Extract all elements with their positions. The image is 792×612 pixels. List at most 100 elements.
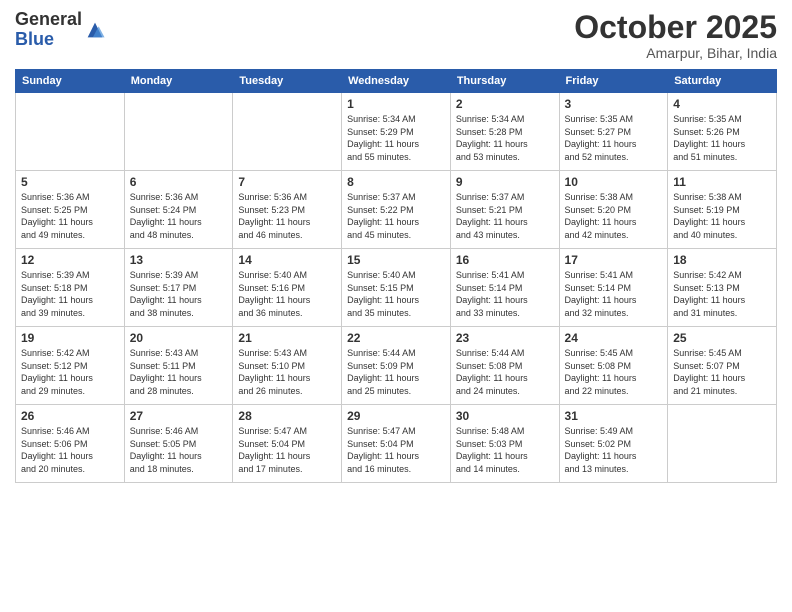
calendar-cell: 7Sunrise: 5:36 AM Sunset: 5:23 PM Daylig…: [233, 171, 342, 249]
day-info: Sunrise: 5:39 AM Sunset: 5:17 PM Dayligh…: [130, 269, 228, 319]
week-row: 12Sunrise: 5:39 AM Sunset: 5:18 PM Dayli…: [16, 249, 777, 327]
day-info: Sunrise: 5:46 AM Sunset: 5:05 PM Dayligh…: [130, 425, 228, 475]
calendar-cell: 26 Sunrise: 5:46 AM Sunset: 5:06 PM Dayli…: [16, 405, 125, 483]
day-number: 8: [347, 175, 445, 189]
day-info: Sunrise: 5:42 AM Sunset: 5:13 PM Dayligh…: [673, 269, 771, 319]
day-number: 24: [565, 331, 663, 345]
day-info: Sunrise: 5:36 AM Sunset: 5:23 PM Dayligh…: [238, 191, 336, 241]
day-number: 11: [673, 175, 771, 189]
weekday-header: Wednesday: [342, 70, 451, 93]
calendar-cell: [16, 93, 125, 171]
day-number: 19: [21, 331, 119, 345]
weekday-header: Sunday: [16, 70, 125, 93]
day-number: 29: [347, 409, 445, 423]
day-info: Sunrise: 5:37 AM Sunset: 5:22 PM Dayligh…: [347, 191, 445, 241]
calendar-cell: [124, 93, 233, 171]
calendar-cell: 23 Sunrise: 5:44 AM Sunset: 5:08 PM Dayli…: [450, 327, 559, 405]
day-number: 16: [456, 253, 554, 267]
day-info: Sunrise: 5:39 AM Sunset: 5:18 PM Dayligh…: [21, 269, 119, 319]
day-number: 25: [673, 331, 771, 345]
day-number: 5: [21, 175, 119, 189]
day-info: Sunrise: 5:42 AM Sunset: 5:12 PM Dayligh…: [21, 347, 119, 397]
location-subtitle: Amarpur, Bihar, India: [574, 45, 777, 61]
day-number: 15: [347, 253, 445, 267]
calendar-cell: 27 Sunrise: 5:46 AM Sunset: 5:05 PM Dayli…: [124, 405, 233, 483]
week-row: 1Sunrise: 5:34 AM Sunset: 5:29 PM Daylig…: [16, 93, 777, 171]
calendar-cell: 15 Sunrise: 5:40 AM Sunset: 5:15 PM Dayli…: [342, 249, 451, 327]
page: General Blue October 2025 Amarpur, Bihar…: [0, 0, 792, 612]
day-number: 27: [130, 409, 228, 423]
week-row: 19 Sunrise: 5:42 AM Sunset: 5:12 PM Dayli…: [16, 327, 777, 405]
logo-icon: [84, 19, 106, 41]
day-info: Sunrise: 5:36 AM Sunset: 5:25 PM Dayligh…: [21, 191, 119, 241]
day-info: Sunrise: 5:40 AM Sunset: 5:15 PM Dayligh…: [347, 269, 445, 319]
day-number: 23: [456, 331, 554, 345]
calendar-cell: [668, 405, 777, 483]
day-info: Sunrise: 5:48 AM Sunset: 5:03 PM Dayligh…: [456, 425, 554, 475]
header-row: SundayMondayTuesdayWednesdayThursdayFrid…: [16, 70, 777, 93]
day-info: Sunrise: 5:44 AM Sunset: 5:08 PM Dayligh…: [456, 347, 554, 397]
day-info: Sunrise: 5:47 AM Sunset: 5:04 PM Dayligh…: [347, 425, 445, 475]
day-info: Sunrise: 5:34 AM Sunset: 5:28 PM Dayligh…: [456, 113, 554, 163]
calendar-table: SundayMondayTuesdayWednesdayThursdayFrid…: [15, 69, 777, 483]
title-block: October 2025 Amarpur, Bihar, India: [574, 10, 777, 61]
day-info: Sunrise: 5:36 AM Sunset: 5:24 PM Dayligh…: [130, 191, 228, 241]
weekday-header: Friday: [559, 70, 668, 93]
calendar-cell: 24 Sunrise: 5:45 AM Sunset: 5:08 PM Dayli…: [559, 327, 668, 405]
calendar-cell: 13 Sunrise: 5:39 AM Sunset: 5:17 PM Dayli…: [124, 249, 233, 327]
week-row: 5 Sunrise: 5:36 AM Sunset: 5:25 PM Daylig…: [16, 171, 777, 249]
day-info: Sunrise: 5:47 AM Sunset: 5:04 PM Dayligh…: [238, 425, 336, 475]
calendar-cell: 8 Sunrise: 5:37 AM Sunset: 5:22 PM Daylig…: [342, 171, 451, 249]
calendar-cell: 25 Sunrise: 5:45 AM Sunset: 5:07 PM Dayli…: [668, 327, 777, 405]
calendar-cell: 12Sunrise: 5:39 AM Sunset: 5:18 PM Dayli…: [16, 249, 125, 327]
day-number: 10: [565, 175, 663, 189]
day-number: 9: [456, 175, 554, 189]
day-number: 14: [238, 253, 336, 267]
day-number: 4: [673, 97, 771, 111]
weekday-header: Thursday: [450, 70, 559, 93]
day-info: Sunrise: 5:41 AM Sunset: 5:14 PM Dayligh…: [456, 269, 554, 319]
calendar-cell: 3 Sunrise: 5:35 AM Sunset: 5:27 PM Daylig…: [559, 93, 668, 171]
day-info: Sunrise: 5:35 AM Sunset: 5:26 PM Dayligh…: [673, 113, 771, 163]
day-info: Sunrise: 5:49 AM Sunset: 5:02 PM Dayligh…: [565, 425, 663, 475]
day-info: Sunrise: 5:35 AM Sunset: 5:27 PM Dayligh…: [565, 113, 663, 163]
calendar-cell: 31 Sunrise: 5:49 AM Sunset: 5:02 PM Dayli…: [559, 405, 668, 483]
calendar-cell: 16 Sunrise: 5:41 AM Sunset: 5:14 PM Dayli…: [450, 249, 559, 327]
day-info: Sunrise: 5:41 AM Sunset: 5:14 PM Dayligh…: [565, 269, 663, 319]
day-number: 18: [673, 253, 771, 267]
day-number: 3: [565, 97, 663, 111]
day-info: Sunrise: 5:38 AM Sunset: 5:20 PM Dayligh…: [565, 191, 663, 241]
day-info: Sunrise: 5:45 AM Sunset: 5:07 PM Dayligh…: [673, 347, 771, 397]
calendar-cell: 11 Sunrise: 5:38 AM Sunset: 5:19 PM Dayli…: [668, 171, 777, 249]
calendar-cell: 5 Sunrise: 5:36 AM Sunset: 5:25 PM Daylig…: [16, 171, 125, 249]
day-number: 22: [347, 331, 445, 345]
day-info: Sunrise: 5:45 AM Sunset: 5:08 PM Dayligh…: [565, 347, 663, 397]
calendar-cell: 29 Sunrise: 5:47 AM Sunset: 5:04 PM Dayli…: [342, 405, 451, 483]
header: General Blue October 2025 Amarpur, Bihar…: [15, 10, 777, 61]
day-number: 1: [347, 97, 445, 111]
day-info: Sunrise: 5:38 AM Sunset: 5:19 PM Dayligh…: [673, 191, 771, 241]
weekday-header: Saturday: [668, 70, 777, 93]
day-number: 13: [130, 253, 228, 267]
calendar-cell: 22Sunrise: 5:44 AM Sunset: 5:09 PM Dayli…: [342, 327, 451, 405]
day-info: Sunrise: 5:37 AM Sunset: 5:21 PM Dayligh…: [456, 191, 554, 241]
day-info: Sunrise: 5:40 AM Sunset: 5:16 PM Dayligh…: [238, 269, 336, 319]
day-number: 26: [21, 409, 119, 423]
day-number: 30: [456, 409, 554, 423]
day-info: Sunrise: 5:43 AM Sunset: 5:11 PM Dayligh…: [130, 347, 228, 397]
calendar-cell: 21Sunrise: 5:43 AM Sunset: 5:10 PM Dayli…: [233, 327, 342, 405]
day-info: Sunrise: 5:46 AM Sunset: 5:06 PM Dayligh…: [21, 425, 119, 475]
day-number: 28: [238, 409, 336, 423]
calendar-cell: 10 Sunrise: 5:38 AM Sunset: 5:20 PM Dayli…: [559, 171, 668, 249]
calendar-cell: 6Sunrise: 5:36 AM Sunset: 5:24 PM Daylig…: [124, 171, 233, 249]
day-number: 20: [130, 331, 228, 345]
calendar-cell: 30 Sunrise: 5:48 AM Sunset: 5:03 PM Dayli…: [450, 405, 559, 483]
calendar-cell: 20 Sunrise: 5:43 AM Sunset: 5:11 PM Dayli…: [124, 327, 233, 405]
calendar-cell: 1Sunrise: 5:34 AM Sunset: 5:29 PM Daylig…: [342, 93, 451, 171]
calendar-cell: [233, 93, 342, 171]
logo-text: General Blue: [15, 10, 82, 50]
calendar-cell: 4 Sunrise: 5:35 AM Sunset: 5:26 PM Daylig…: [668, 93, 777, 171]
day-number: 31: [565, 409, 663, 423]
week-row: 26 Sunrise: 5:46 AM Sunset: 5:06 PM Dayli…: [16, 405, 777, 483]
weekday-header: Monday: [124, 70, 233, 93]
